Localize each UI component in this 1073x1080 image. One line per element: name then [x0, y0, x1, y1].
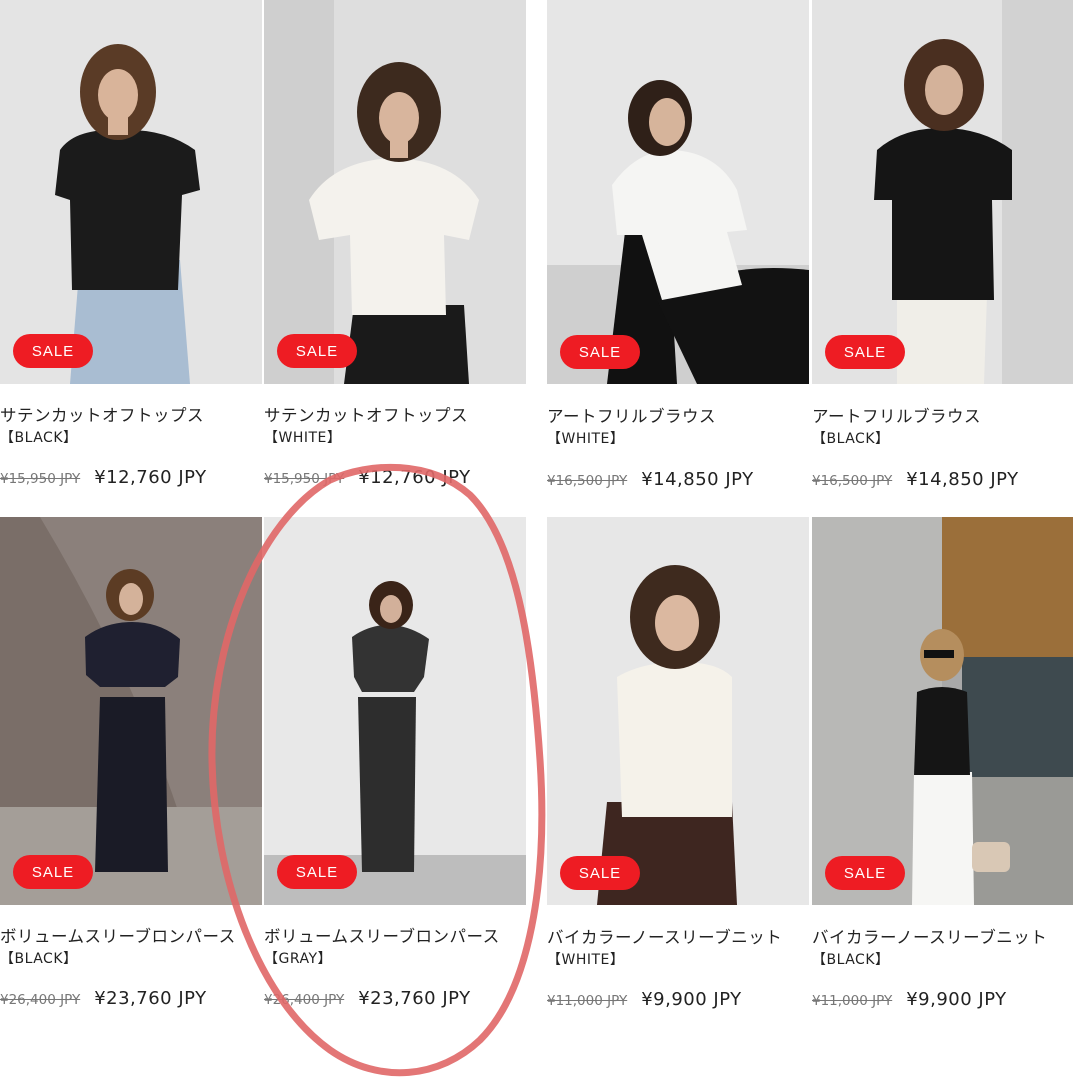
sale-price: ¥14,850 JPY: [641, 469, 754, 490]
product-color: 【WHITE】: [547, 952, 625, 968]
product-color: 【BLACK】: [0, 430, 78, 446]
sale-badge: SALE: [560, 335, 640, 369]
product-name[interactable]: バイカラーノースリーブニット: [547, 924, 782, 948]
sale-price: ¥12,760 JPY: [358, 467, 471, 488]
sale-price: ¥9,900 JPY: [906, 989, 1007, 1010]
sale-badge: SALE: [825, 856, 905, 890]
product-name[interactable]: ボリュームスリーブロンパース: [0, 923, 236, 947]
price-row: ¥15,950 JPY ¥12,760 JPY: [0, 467, 207, 488]
sale-price: ¥12,760 JPY: [94, 467, 207, 488]
sale-badge: SALE: [277, 334, 357, 368]
sale-price: ¥23,760 JPY: [358, 988, 471, 1009]
product-photo[interactable]: [0, 517, 262, 905]
price-row: ¥15,950 JPY ¥12,760 JPY: [264, 467, 471, 488]
product-color: 【WHITE】: [264, 430, 342, 446]
original-price: ¥26,400 JPY: [264, 992, 345, 1008]
product-photo[interactable]: [812, 0, 1073, 384]
price-row: ¥26,400 JPY ¥23,760 JPY: [0, 988, 207, 1009]
original-price: ¥15,950 JPY: [0, 471, 81, 487]
original-price: ¥11,000 JPY: [812, 993, 893, 1009]
sale-price: ¥9,900 JPY: [641, 989, 742, 1010]
original-price: ¥16,500 JPY: [547, 473, 628, 489]
product-photo[interactable]: [547, 0, 809, 384]
original-price: ¥16,500 JPY: [812, 473, 893, 489]
product-photo[interactable]: [0, 0, 262, 384]
sale-badge: SALE: [13, 334, 93, 368]
product-name[interactable]: サテンカットオフトップス: [0, 402, 204, 426]
product-photo[interactable]: [264, 0, 526, 384]
sale-badge: SALE: [13, 855, 93, 889]
product-photo[interactable]: [547, 517, 809, 905]
product-name[interactable]: アートフリルブラウス: [812, 403, 981, 427]
price-row: ¥16,500 JPY ¥14,850 JPY: [547, 469, 754, 490]
price-row: ¥11,000 JPY ¥9,900 JPY: [812, 989, 1007, 1010]
sale-badge: SALE: [825, 335, 905, 369]
product-name[interactable]: アートフリルブラウス: [547, 403, 716, 427]
price-row: ¥11,000 JPY ¥9,900 JPY: [547, 989, 742, 1010]
price-row: ¥16,500 JPY ¥14,850 JPY: [812, 469, 1019, 490]
original-price: ¥11,000 JPY: [547, 993, 628, 1009]
product-photo[interactable]: [264, 517, 526, 905]
sale-price: ¥23,760 JPY: [94, 988, 207, 1009]
sale-price: ¥14,850 JPY: [906, 469, 1019, 490]
product-color: 【GRAY】: [264, 951, 333, 967]
original-price: ¥15,950 JPY: [264, 471, 345, 487]
product-photo[interactable]: [812, 517, 1073, 905]
original-price: ¥26,400 JPY: [0, 992, 81, 1008]
sale-badge: SALE: [560, 856, 640, 890]
product-name[interactable]: ボリュームスリーブロンパース: [264, 923, 500, 947]
product-color: 【BLACK】: [812, 952, 890, 968]
product-name[interactable]: バイカラーノースリーブニット: [812, 924, 1047, 948]
price-row: ¥26,400 JPY ¥23,760 JPY: [264, 988, 471, 1009]
product-color: 【BLACK】: [0, 951, 78, 967]
product-color: 【WHITE】: [547, 431, 625, 447]
product-color: 【BLACK】: [812, 431, 890, 447]
sale-badge: SALE: [277, 855, 357, 889]
product-name[interactable]: サテンカットオフトップス: [264, 402, 468, 426]
